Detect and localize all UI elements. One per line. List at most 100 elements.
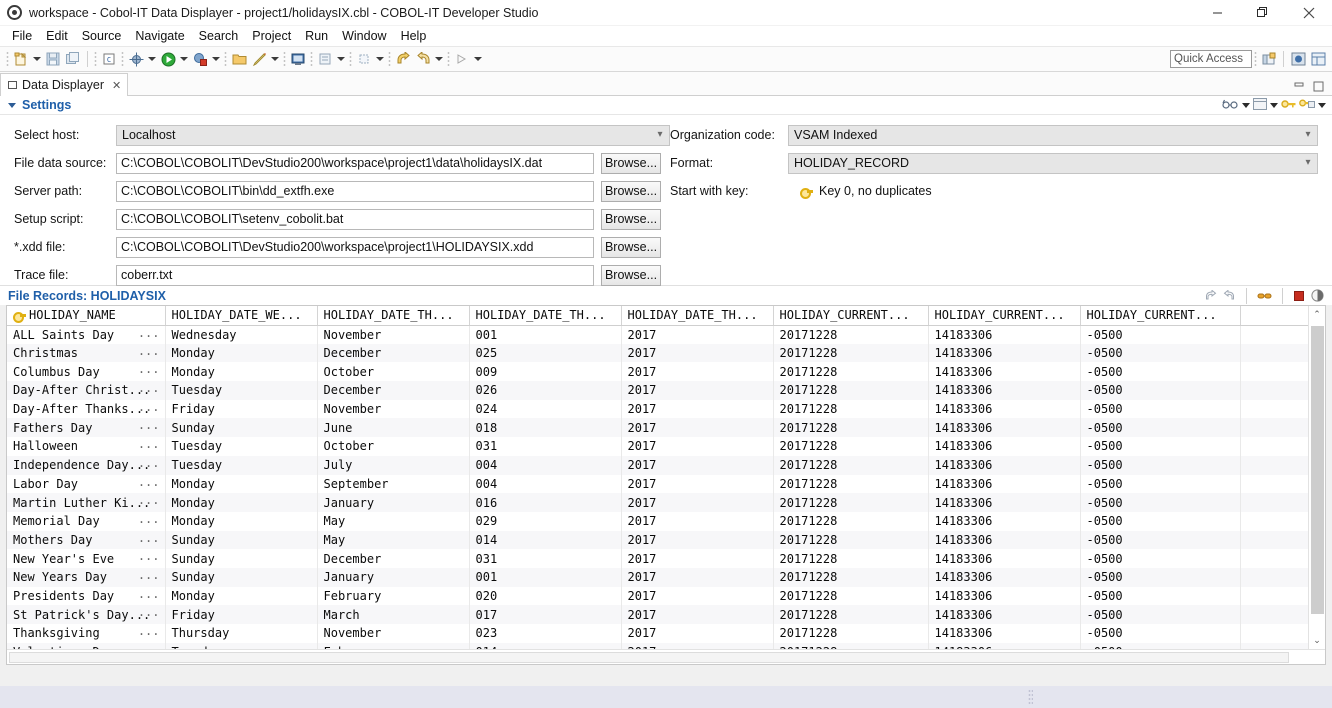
settings-section-header[interactable]: Settings	[0, 96, 1332, 115]
toolbar-drag-handle-3[interactable]	[121, 51, 124, 67]
table-cell[interactable]: Wednesday	[165, 325, 317, 344]
table-cell[interactable]	[1240, 400, 1308, 419]
menu-navigate[interactable]: Navigate	[128, 26, 191, 46]
menu-search[interactable]: Search	[192, 26, 246, 46]
table-cell[interactable]: -0500	[1080, 493, 1240, 512]
table-cell[interactable]: -0500	[1080, 456, 1240, 475]
table-cell[interactable]: 024	[469, 400, 621, 419]
table-row[interactable]: Halloween...TuesdayOctober03120172017122…	[7, 437, 1308, 456]
table-cell[interactable]: 20171228	[773, 531, 928, 550]
server-path-input[interactable]: C:\COBOL\COBOLIT\bin\dd_extfh.exe	[116, 181, 594, 202]
table-cell[interactable]: Monday	[165, 587, 317, 606]
table-cell[interactable]: July	[317, 456, 469, 475]
table-cell[interactable]: 2017	[621, 493, 773, 512]
table-cell[interactable]: February	[317, 587, 469, 606]
table-cell[interactable]: Day-After Thanks......	[7, 400, 165, 419]
toolbar-drag-handle-6[interactable]	[310, 51, 313, 67]
table-cell[interactable]: 20171228	[773, 344, 928, 363]
save-all-icon[interactable]	[63, 49, 83, 69]
toolbar-drag-handle-2[interactable]	[94, 51, 97, 67]
table-cell[interactable]: October	[317, 437, 469, 456]
table-cell[interactable]: June	[317, 418, 469, 437]
link-icon[interactable]	[1257, 290, 1272, 302]
tab-data-displayer[interactable]: Data Displayer ✕	[0, 73, 128, 96]
table-cell[interactable]	[1240, 437, 1308, 456]
vertical-scroll-thumb[interactable]	[1311, 326, 1324, 614]
format-combo[interactable]: HOLIDAY_RECORD ▾	[788, 153, 1318, 174]
table-cell[interactable]: 2017	[621, 381, 773, 400]
organization-code-combo[interactable]: VSAM Indexed ▾	[788, 125, 1318, 146]
table-cell[interactable]: 14183306	[928, 400, 1080, 419]
table-cell[interactable]: -0500	[1080, 587, 1240, 606]
table-row[interactable]: ALL Saints Day...WednesdayNovember001201…	[7, 325, 1308, 344]
next-annotation-dropdown-icon[interactable]	[472, 49, 484, 69]
key-icon[interactable]	[1281, 98, 1296, 113]
table-cell[interactable]: Halloween...	[7, 437, 165, 456]
table-cell[interactable]: -0500	[1080, 531, 1240, 550]
table-row[interactable]: New Years Day...SundayJanuary00120172017…	[7, 568, 1308, 587]
debug-icon[interactable]	[126, 49, 146, 69]
table-cell[interactable]: 009	[469, 362, 621, 381]
table-cell[interactable]: Tuesday	[165, 456, 317, 475]
table-cell[interactable]: 2017	[621, 362, 773, 381]
table-cell[interactable]	[1240, 475, 1308, 494]
setup-script-input[interactable]: C:\COBOL\COBOLIT\setenv_cobolit.bat	[116, 209, 594, 230]
table-row[interactable]: Martin Luther Ki......MondayJanuary01620…	[7, 493, 1308, 512]
table-cell[interactable]: May	[317, 512, 469, 531]
table-cell[interactable]: Sunday	[165, 418, 317, 437]
select-host-combo[interactable]: Localhost ▾	[116, 125, 670, 146]
table-cell[interactable]: Sunday	[165, 531, 317, 550]
next-annotation-icon[interactable]	[452, 49, 472, 69]
stop-icon[interactable]	[1293, 290, 1305, 302]
table-cell[interactable]: 14183306	[928, 362, 1080, 381]
vertical-scrollbar[interactable]: ⌃ ⌄	[1308, 306, 1325, 649]
xdd-file-input[interactable]: C:\COBOL\COBOLIT\DevStudio200\workspace\…	[116, 237, 594, 258]
menu-edit[interactable]: Edit	[39, 26, 75, 46]
window-dropdown-icon[interactable]	[1270, 103, 1278, 108]
external-tools-icon[interactable]	[190, 49, 210, 69]
table-cell[interactable]: Monday	[165, 475, 317, 494]
menu-help[interactable]: Help	[394, 26, 434, 46]
table-cell[interactable]: 20171228	[773, 512, 928, 531]
table-cell[interactable]: Christmas...	[7, 344, 165, 363]
menu-window[interactable]: Window	[335, 26, 393, 46]
table-cell[interactable]: -0500	[1080, 437, 1240, 456]
run-dropdown-icon[interactable]	[178, 49, 190, 69]
minimize-button[interactable]	[1194, 0, 1240, 26]
table-cell[interactable]: Friday	[165, 605, 317, 624]
open-folder-icon[interactable]	[229, 49, 249, 69]
table-cell[interactable]: -0500	[1080, 605, 1240, 624]
table-cell[interactable]: -0500	[1080, 475, 1240, 494]
table-cell[interactable]: ALL Saints Day...	[7, 325, 165, 344]
table-cell[interactable]: 14183306	[928, 344, 1080, 363]
table-cell[interactable]: Independence Day......	[7, 456, 165, 475]
table-cell[interactable]: 2017	[621, 400, 773, 419]
table-cell[interactable]: 20171228	[773, 362, 928, 381]
table-cell[interactable]: 2017	[621, 418, 773, 437]
table-cell[interactable]	[1240, 587, 1308, 606]
table-row[interactable]: New Year's Eve...SundayDecember031201720…	[7, 549, 1308, 568]
table-cell[interactable]	[1240, 531, 1308, 550]
table-cell[interactable]: Columbus Day...	[7, 362, 165, 381]
table-cell[interactable]	[1240, 344, 1308, 363]
table-cell[interactable]	[1240, 624, 1308, 643]
table-cell[interactable]: 020	[469, 587, 621, 606]
vertical-scroll-track[interactable]	[1309, 323, 1326, 632]
table-row[interactable]: Presidents Day...MondayFebruary020201720…	[7, 587, 1308, 606]
table-cell[interactable]: 2017	[621, 624, 773, 643]
column-header-holiday-date-th-2[interactable]: HOLIDAY_DATE_TH...	[469, 306, 621, 325]
table-cell[interactable]: 20171228	[773, 493, 928, 512]
table-cell[interactable]: Tuesday	[165, 437, 317, 456]
table-cell[interactable]: 14183306	[928, 475, 1080, 494]
table-cell[interactable]: Friday	[165, 400, 317, 419]
table-cell[interactable]: Monday	[165, 344, 317, 363]
close-icon[interactable]: ✕	[112, 79, 121, 92]
table-cell[interactable]: Monday	[165, 362, 317, 381]
table-cell[interactable]: -0500	[1080, 568, 1240, 587]
column-header-holiday-date-th-1[interactable]: HOLIDAY_DATE_TH...	[317, 306, 469, 325]
key-dropdown-icon[interactable]	[1318, 103, 1326, 108]
jump-icon[interactable]	[354, 49, 374, 69]
table-cell[interactable]: 2017	[621, 605, 773, 624]
table-cell[interactable]	[1240, 456, 1308, 475]
table-cell[interactable]: January	[317, 568, 469, 587]
